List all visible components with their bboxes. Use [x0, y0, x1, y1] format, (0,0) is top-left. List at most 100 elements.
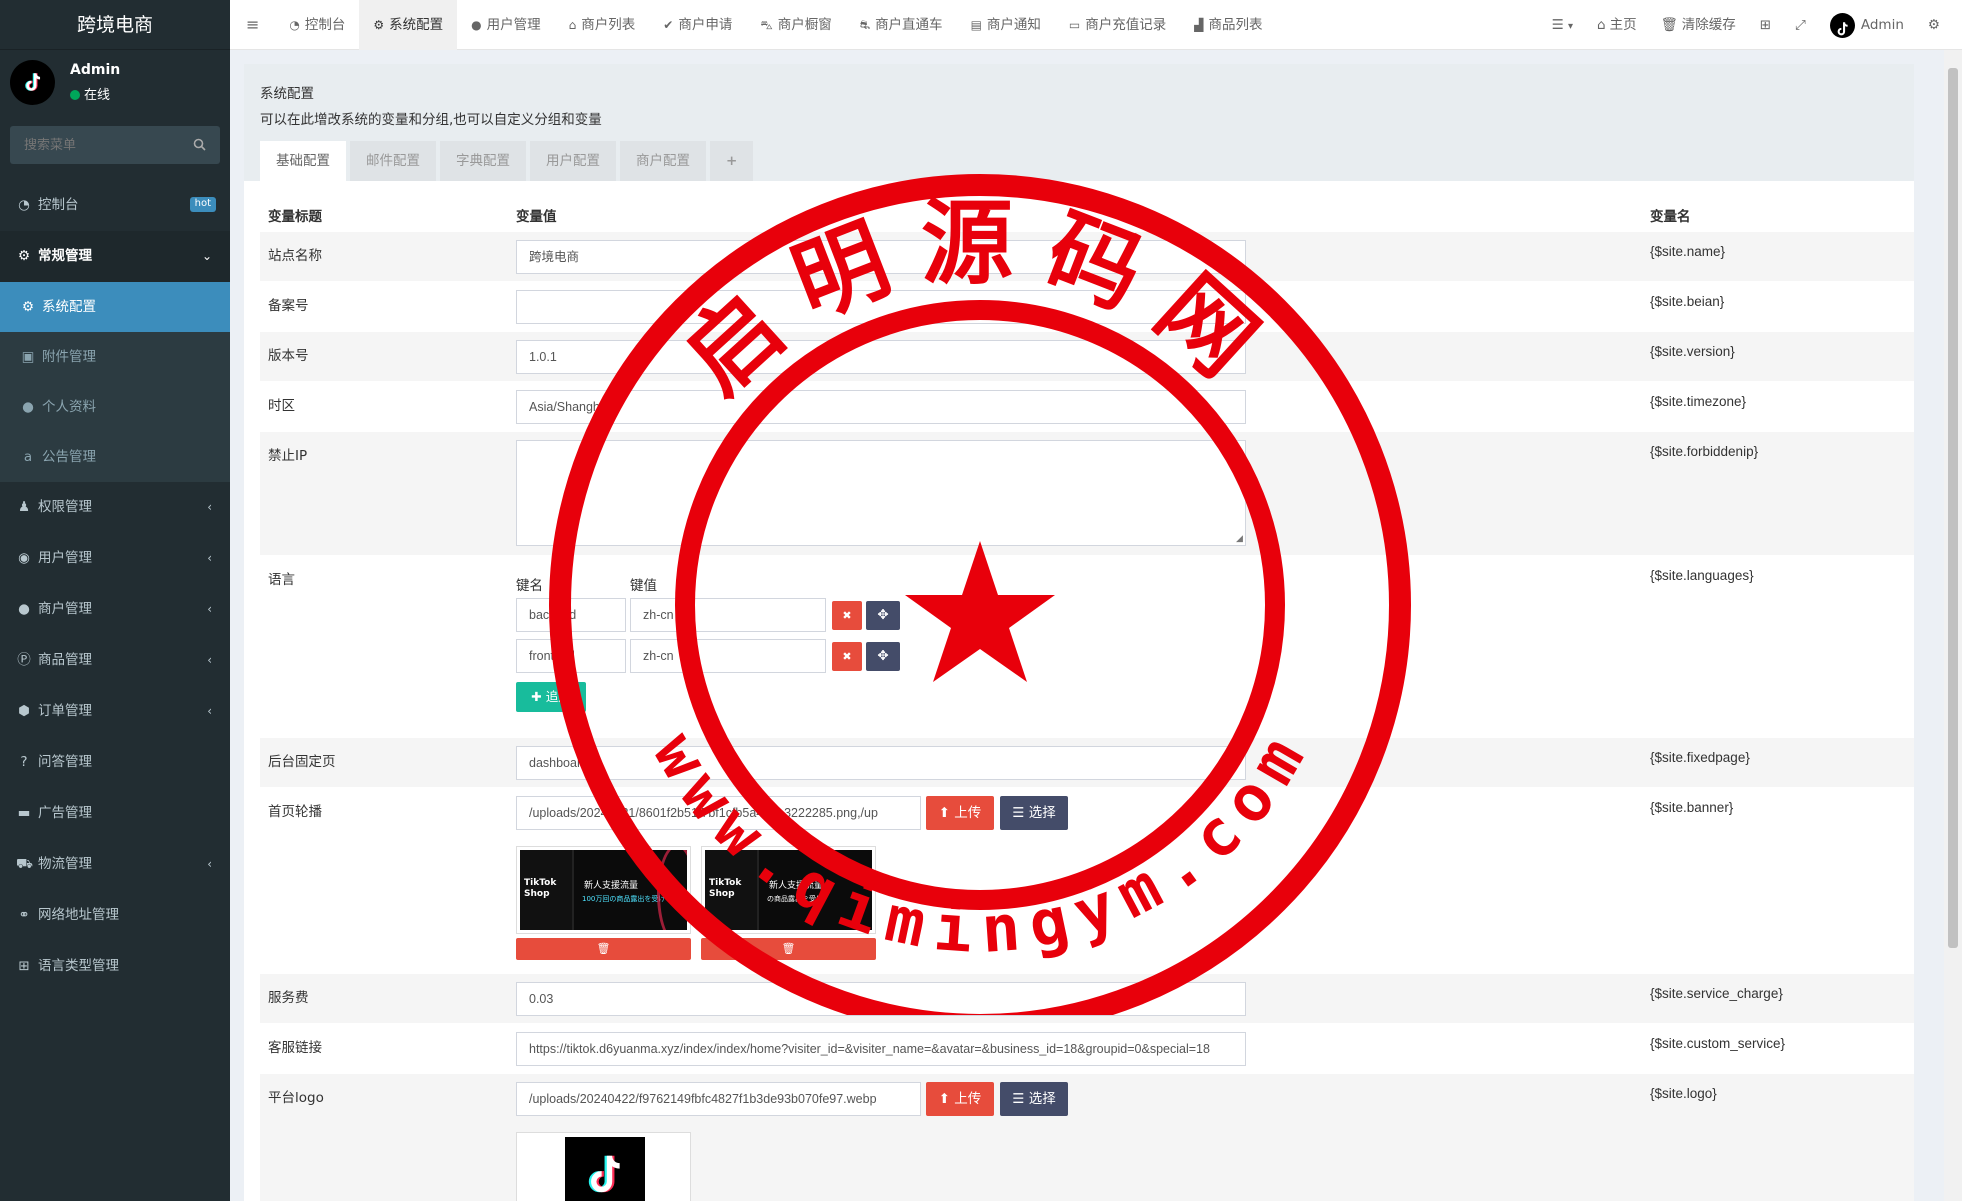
sidebar-item-label: 个人资料 — [42, 399, 96, 415]
arrows-icon: ✥ — [877, 648, 889, 664]
menu-toggle-button[interactable]: ≡ — [230, 0, 275, 50]
search-input[interactable] — [10, 126, 220, 164]
tab-user-config[interactable]: 用户配置 — [530, 141, 616, 181]
banner-thumbnail[interactable]: TikTok Shop 新人支援流量 100万回の商品露出を受け — [516, 846, 691, 934]
file-icon: ▤ — [970, 18, 982, 32]
user-circle-icon: ◉ — [18, 550, 30, 566]
add-pair-button[interactable]: ✚ 追加 — [516, 682, 586, 712]
hot-badge: hot — [189, 197, 216, 212]
row-var: {$site.logo} — [1650, 1086, 1717, 1101]
lang-value-input[interactable]: zh-cn — [630, 639, 826, 673]
shopping-bag-icon: ▟ — [1194, 18, 1204, 32]
search-icon[interactable] — [193, 138, 206, 155]
table-row: 站点名称 跨境电商 {$site.name} — [260, 231, 1914, 281]
sidebar-item-notice[interactable]: a 公告管理 — [0, 432, 230, 482]
table-row: 版本号 1.0.1 {$site.version} — [260, 331, 1914, 381]
service-charge-field[interactable]: 0.03 — [516, 982, 1246, 1016]
plus-icon: ✚ — [531, 689, 546, 704]
cogs-icon: ⚙ — [1927, 17, 1940, 33]
tab-email[interactable]: 邮件配置 — [350, 141, 436, 181]
lang-key-input[interactable]: frontend — [516, 639, 626, 673]
remove-pair-button[interactable]: ✖ — [832, 601, 862, 630]
tab-merchant-express[interactable]: ⛐ 商户直通车 — [846, 0, 957, 50]
banner-thumbnail[interactable]: TikTok Shop 新人支援流量 の商品露出を受け — [701, 846, 876, 934]
beian-field[interactable] — [516, 290, 1246, 324]
fixed-page-field[interactable]: dashboard — [516, 746, 1246, 780]
fullscreen-button[interactable]: ⤢ — [1783, 0, 1818, 50]
add-tab-button[interactable]: + — [710, 141, 754, 181]
tab-basic[interactable]: 基础配置 — [260, 141, 346, 181]
tiktok-icon — [588, 1155, 620, 1193]
settings-button[interactable]: ⚙ — [1916, 0, 1962, 50]
tab-merchant-config[interactable]: 商户配置 — [620, 141, 706, 181]
tab-label: 商户通知 — [986, 17, 1041, 33]
tab-list-dropdown[interactable]: ☰ ▾ — [1540, 0, 1585, 50]
lang-key-input[interactable]: backend — [516, 598, 626, 632]
sidebar-item-logistics[interactable]: ⛟ 物流管理 ‹ — [0, 839, 230, 890]
delete-banner-button[interactable]: 🗑 — [701, 938, 876, 960]
logo-path-field[interactable]: /uploads/20240422/f9762149fbfc4827f1b3de… — [516, 1082, 921, 1116]
table-row: 时区 Asia/Shanghai {$site.timezone} — [260, 381, 1914, 431]
scrollbar-thumb[interactable] — [1948, 68, 1958, 948]
expand-icon: ⤢ — [1795, 17, 1806, 33]
tab-config[interactable]: ⚙ 系统配置 — [359, 0, 458, 50]
sidebar-item-language[interactable]: ⊞ 语言类型管理 — [0, 941, 230, 992]
sidebar-item-config[interactable]: ⚙ 系统配置 — [0, 282, 230, 332]
user-icon: ● — [22, 399, 34, 415]
list-icon: ☰ — [1551, 17, 1564, 33]
sidebar-item-dashboard[interactable]: ◔ 控制台 hot — [0, 180, 230, 231]
forbidden-ip-textarea[interactable] — [516, 440, 1246, 546]
language-switch-button[interactable]: ⊞ — [1748, 0, 1783, 50]
clear-cache-button[interactable]: 🗑 清除缓存 — [1649, 0, 1748, 50]
vertical-scrollbar[interactable] — [1944, 50, 1962, 1201]
close-icon: ✖ — [842, 609, 852, 622]
lang-value-input[interactable]: zh-cn — [630, 598, 826, 632]
brand-logo[interactable]: 跨境电商 — [0, 0, 230, 50]
logo-thumbnail[interactable] — [516, 1132, 691, 1201]
custom-service-field[interactable]: https://tiktok.d6yuanma.xyz/index/index/… — [516, 1032, 1246, 1066]
avatar[interactable] — [10, 60, 55, 105]
sidebar-item-label: 订单管理 — [38, 703, 92, 719]
sidebar-item-network[interactable]: ⚭ 网络地址管理 — [0, 890, 230, 941]
sidebar-item-general[interactable]: ⚙ 常规管理 ⌄ — [0, 231, 230, 282]
tab-merchant-apply[interactable]: ✔ 商户申请 — [649, 0, 746, 50]
sidebar-item-user[interactable]: ◉ 用户管理 ‹ — [0, 533, 230, 584]
tab-merchant-recharge[interactable]: ▭ 商户充值记录 — [1055, 0, 1180, 50]
sidebar-item-qa[interactable]: ? 问答管理 — [0, 737, 230, 788]
sidebar-item-order[interactable]: ⬢ 订单管理 ‹ — [0, 686, 230, 737]
sidebar-item-auth[interactable]: ♟ 权限管理 ‹ — [0, 482, 230, 533]
banner-path-field[interactable]: /uploads/20240421/8601f2b51f7bf1cfb5a475… — [516, 796, 921, 830]
table-header: 变量标题 变量值 变量名 — [260, 191, 1914, 231]
tab-user[interactable]: ● 用户管理 — [457, 0, 554, 50]
site-name-field[interactable]: 跨境电商 — [516, 240, 1246, 274]
upload-button[interactable]: ⬆ 上传 — [926, 796, 994, 830]
tab-merchant-list[interactable]: ⌂ 商户列表 — [555, 0, 650, 50]
version-field[interactable]: 1.0.1 — [516, 340, 1246, 374]
tab-product-list[interactable]: ▟ 商品列表 — [1180, 0, 1276, 50]
tab-merchant-notice[interactable]: ▤ 商户通知 — [957, 0, 1055, 50]
home-link[interactable]: ⌂ 主页 — [1585, 0, 1649, 50]
delete-banner-button[interactable]: 🗑 — [516, 938, 691, 960]
tab-dashboard[interactable]: ◔ 控制台 — [275, 0, 359, 50]
tab-dictionary[interactable]: 字典配置 — [440, 141, 526, 181]
config-panel: 系统配置 可以在此增改系统的变量和分组,也可以自定义分组和变量 基础配置 邮件配… — [244, 64, 1914, 1201]
choose-button[interactable]: ☰ 选择 — [1000, 796, 1068, 830]
tab-merchant-window[interactable]: ⛍ 商户橱窗 — [746, 0, 845, 50]
sidebar-item-merchant[interactable]: ● 商户管理 ‹ — [0, 584, 230, 635]
remove-pair-button[interactable]: ✖ — [832, 642, 862, 671]
table-row: 服务费 0.03 {$site.service_charge} — [260, 973, 1914, 1023]
drag-pair-button[interactable]: ✥ — [866, 601, 900, 630]
resize-handle-icon[interactable]: ◢ — [1236, 534, 1243, 544]
admin-menu[interactable]: Admin — [1818, 0, 1916, 50]
drag-pair-button[interactable]: ✥ — [866, 642, 900, 671]
car-icon: ⛐ — [859, 18, 871, 32]
sidebar-item-ad[interactable]: ▬ 广告管理 — [0, 788, 230, 839]
choose-button[interactable]: ☰ 选择 — [1000, 1082, 1068, 1116]
user-icon: ● — [471, 18, 482, 32]
sidebar-item-profile[interactable]: ● 个人资料 — [0, 382, 230, 432]
timezone-field[interactable]: Asia/Shanghai — [516, 390, 1246, 424]
sidebar-item-attachment[interactable]: ▣ 附件管理 — [0, 332, 230, 382]
thumb-headline: 新人支援流量 — [769, 881, 824, 891]
sidebar-item-product[interactable]: Ⓟ 商品管理 ‹ — [0, 635, 230, 686]
upload-button[interactable]: ⬆ 上传 — [926, 1082, 994, 1116]
